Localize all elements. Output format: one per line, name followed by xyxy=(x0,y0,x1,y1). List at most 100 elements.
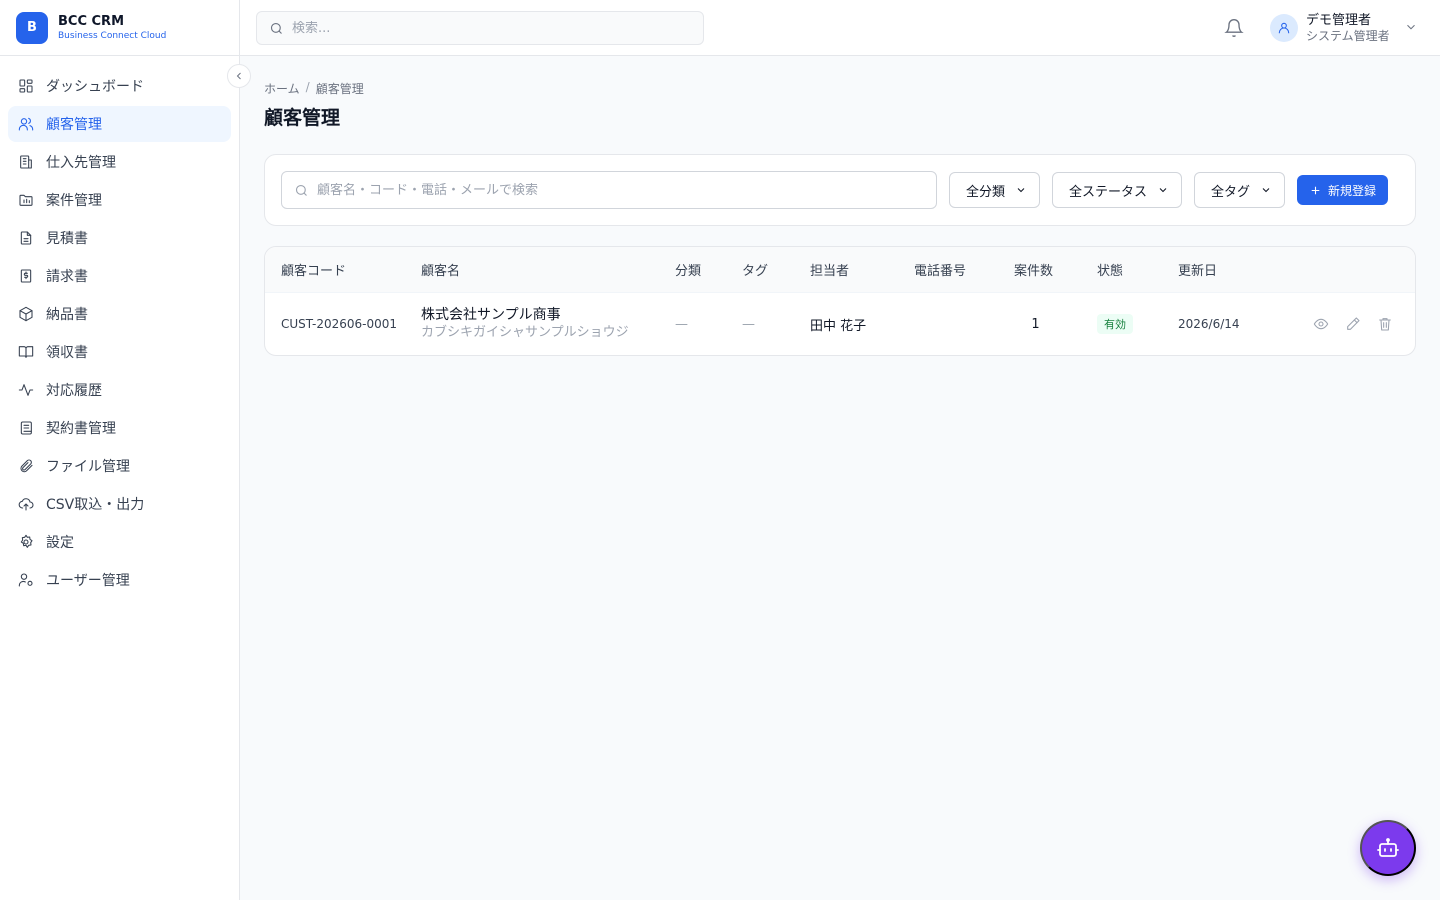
paperclip-icon xyxy=(18,458,34,474)
page-title: 顧客管理 xyxy=(264,107,341,129)
sidebar-item-history[interactable]: 対応履歴 xyxy=(8,372,231,408)
sidebar-item-quotes[interactable]: 見積書 xyxy=(8,220,231,256)
category-select-value: 全分類 xyxy=(966,184,1006,200)
category-select[interactable]: 全分類 xyxy=(949,172,1041,208)
brand-subtitle: Business Connect Cloud xyxy=(58,30,167,41)
breadcrumb: ホーム / 顧客管理 xyxy=(264,80,1416,97)
top-header: デモ管理者 システム管理者 xyxy=(240,0,1440,56)
customer-owner: 田中 花子 xyxy=(810,318,867,334)
chevron-left-icon xyxy=(233,70,245,82)
user-name: デモ管理者 xyxy=(1306,12,1372,28)
table-header: 顧客コード 顧客名 分類 タグ 担当者 電話番号 案件数 状態 更新日 xyxy=(265,247,1415,293)
brand[interactable]: B BCC CRM Business Connect Cloud xyxy=(0,0,239,56)
sidebar-item-label: CSV取込・出力 xyxy=(46,497,145,513)
document-icon xyxy=(18,230,34,246)
search-icon xyxy=(294,183,309,198)
column-header[interactable]: タグ xyxy=(742,260,810,279)
column-header[interactable]: 案件数 xyxy=(1014,260,1097,279)
global-search-input[interactable] xyxy=(292,20,682,36)
sidebar-item-receipts[interactable]: 領収書 xyxy=(8,334,231,370)
column-header[interactable]: 状態 xyxy=(1097,260,1178,279)
sidebar-item-label: 請求書 xyxy=(46,269,88,285)
activity-icon xyxy=(18,382,34,398)
dashboard-icon xyxy=(18,78,34,94)
status-select-value: 全ステータス xyxy=(1069,184,1148,200)
tag-select[interactable]: 全タグ xyxy=(1194,172,1286,208)
users-icon xyxy=(18,116,34,132)
sidebar-item-customers[interactable]: 顧客管理 xyxy=(8,106,231,142)
sidebar-item-settings[interactable]: 設定 xyxy=(8,524,231,560)
sidebar-item-label: ダッシュボード xyxy=(46,79,144,95)
bell-icon[interactable] xyxy=(1224,18,1244,38)
sidebar-item-label: 契約書管理 xyxy=(46,421,116,437)
sidebar-item-label: 見積書 xyxy=(46,231,88,247)
invoice-icon xyxy=(18,268,34,284)
customer-table: 顧客コード 顧客名 分類 タグ 担当者 電話番号 案件数 状態 更新日 CUST… xyxy=(264,246,1416,356)
sidebar-item-invoices[interactable]: 請求書 xyxy=(8,258,231,294)
status-badge: 有効 xyxy=(1097,314,1133,334)
customer-tag: — xyxy=(742,316,755,332)
sidebar-item-deliveries[interactable]: 納品書 xyxy=(8,296,231,332)
column-header[interactable]: 分類 xyxy=(675,260,742,279)
ai-assistant-button[interactable] xyxy=(1360,820,1416,876)
breadcrumb-current: 顧客管理 xyxy=(315,82,364,96)
eye-icon[interactable] xyxy=(1311,314,1331,334)
customer-name[interactable]: 株式会社サンプル商事 xyxy=(421,306,675,324)
status-select[interactable]: 全ステータス xyxy=(1052,172,1183,208)
sidebar-item-label: ユーザー管理 xyxy=(46,573,130,589)
sidebar-item-label: 案件管理 xyxy=(46,193,102,209)
sidebar-item-label: 領収書 xyxy=(46,345,88,361)
customer-search[interactable] xyxy=(281,171,937,209)
sidebar-item-deals[interactable]: 案件管理 xyxy=(8,182,231,218)
user-role: システム管理者 xyxy=(1306,28,1390,43)
customer-deals: 1 xyxy=(1031,316,1040,332)
sidebar-item-suppliers[interactable]: 仕入先管理 xyxy=(8,144,231,180)
bot-icon xyxy=(1376,836,1400,860)
scroll-icon xyxy=(18,420,34,436)
cloud-upload-icon xyxy=(18,496,34,512)
breadcrumb-home[interactable]: ホーム xyxy=(264,80,300,97)
sidebar-item-dashboard[interactable]: ダッシュボード xyxy=(8,68,231,104)
new-customer-label: 新規登録 xyxy=(1328,183,1377,198)
customer-kana: カブシキガイシャサンプルショウジ xyxy=(421,325,629,340)
column-header[interactable]: 担当者 xyxy=(810,260,914,279)
package-icon xyxy=(18,306,34,322)
column-header[interactable]: 顧客名 xyxy=(421,260,675,279)
gear-icon xyxy=(18,534,34,550)
column-header[interactable]: 更新日 xyxy=(1178,260,1288,279)
table-row[interactable]: CUST-202606-0001 株式会社サンプル商事 カブシキガイシャサンプル… xyxy=(265,293,1415,355)
user-menu[interactable]: デモ管理者 システム管理者 xyxy=(1270,10,1418,46)
sidebar-item-label: 対応履歴 xyxy=(46,383,102,399)
sidebar-item-csv[interactable]: CSV取込・出力 xyxy=(8,486,231,522)
trash-icon[interactable] xyxy=(1375,314,1395,334)
main-content: ホーム / 顧客管理 顧客管理 全分類 全ステータス 全タグ 新規登録 顧客コー… xyxy=(264,56,1416,356)
building-icon xyxy=(18,154,34,170)
sidebar-item-files[interactable]: ファイル管理 xyxy=(8,448,231,484)
customer-search-input[interactable] xyxy=(317,182,917,198)
sidebar-item-label: ファイル管理 xyxy=(46,459,130,475)
sidebar-nav: ダッシュボード 顧客管理 仕入先管理 案件管理 見積書 請求書 納品書 領収書 xyxy=(0,56,239,612)
pencil-icon[interactable] xyxy=(1343,314,1363,334)
folder-icon xyxy=(18,192,34,208)
sidebar: B BCC CRM Business Connect Cloud ダッシュボード… xyxy=(0,0,240,900)
book-icon xyxy=(18,344,34,360)
customer-code: CUST-202606-0001 xyxy=(281,317,398,331)
sidebar-collapse-button[interactable] xyxy=(227,64,251,88)
sidebar-item-contracts[interactable]: 契約書管理 xyxy=(8,410,231,446)
sidebar-item-users[interactable]: ユーザー管理 xyxy=(8,562,231,598)
column-header[interactable]: 顧客コード xyxy=(265,260,421,279)
filter-bar: 全分類 全ステータス 全タグ 新規登録 xyxy=(264,154,1416,226)
chevron-down-icon xyxy=(1404,19,1418,38)
global-search[interactable] xyxy=(256,11,704,45)
customer-category: — xyxy=(675,316,688,332)
brand-name: BCC CRM xyxy=(58,13,125,29)
tag-select-value: 全タグ xyxy=(1211,184,1251,200)
breadcrumb-separator: / xyxy=(305,80,310,94)
new-customer-button[interactable]: 新規登録 xyxy=(1297,175,1389,205)
sidebar-item-label: 顧客管理 xyxy=(46,117,102,133)
column-header[interactable]: 電話番号 xyxy=(914,260,1014,279)
avatar xyxy=(1270,14,1298,42)
chevron-down-icon xyxy=(1147,184,1169,196)
chevron-down-icon xyxy=(1250,184,1272,196)
user-cog-icon xyxy=(18,572,34,588)
